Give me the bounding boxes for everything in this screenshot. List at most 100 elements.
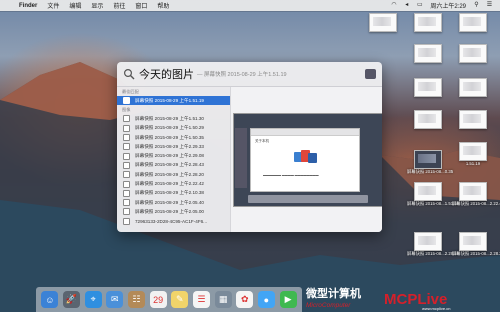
menu-file[interactable]: 文件 [42,1,64,10]
result-label: 屏幕快照 2015-08-29 上午1.50.29 [135,125,204,131]
section-header-top-hit: 最佳匹配 [122,89,139,94]
menu-bar: Finder 文件 编辑 显示 前往 窗口 帮助 ◠ ◂ ▭ 周六上午2:29 … [0,0,500,11]
image-file-icon [123,180,130,188]
result-label: 屏幕快照 2015-08-29 上午2.29.08 [135,153,204,159]
messages-icon[interactable]: ● [257,291,275,308]
search-icon [123,68,135,80]
battery-icon[interactable]: ▭ [415,2,424,9]
launchpad-icon[interactable]: 🚀 [62,291,80,308]
preview-sidebar [235,128,247,188]
top-hit-row[interactable]: 屏幕快照 2015-08-29 上午1.51.19 [117,96,230,106]
image-result-row[interactable]: 屏幕快照 2015-08-29 上午2.10.38 [117,189,230,198]
watermark-url: www.mcplive.cn [422,306,450,311]
screenshot-thumbnail [459,110,487,129]
menu-clock[interactable]: 周六上午2:29 [426,1,470,10]
image-file-icon [123,199,130,207]
desktop-file[interactable]: 屏幕快照 2015-08...0.35 [407,150,454,174]
menu-go[interactable]: 前往 [108,1,130,10]
spotlight-completion-hint: — 屏幕快照 2015-08-29 上午1.51.19 [197,72,287,78]
desktop-file[interactable] [452,110,494,129]
desktop-file[interactable]: 屏幕快照 2015-08...2.28.20 [407,232,459,256]
screenshot-thumbnail [414,13,442,32]
image-file-icon [123,217,130,225]
image-result-row[interactable]: 屏幕快照 2015-08-29 上午2.22.42 [117,179,230,188]
image-result-row[interactable]: 屏幕快照 2015-08-29 上午1.50.29 [117,124,230,133]
reminders-icon[interactable]: ☰ [192,291,210,308]
safari-icon[interactable]: ⌖ [84,291,102,308]
preview-window-title: 关于本机 [255,139,269,143]
image-file-icon [123,124,130,132]
screenshot-thumbnail [459,182,487,201]
desktop-file-label: 1.51.19 [465,161,481,166]
spotlight-menu-icon[interactable]: ⚲ [472,2,481,9]
photos-viewer-icon[interactable]: ▦ [214,291,232,308]
desktop-file[interactable] [407,78,449,97]
desktop-file[interactable] [407,13,449,32]
image-result-row[interactable]: 屏幕快照 2015-08-29 上午1.51.30 [117,114,230,123]
spotlight-search-input[interactable]: 今天的图片 [139,66,194,82]
desktop-file-label: 屏幕快照 2015-08...2.28.23 [452,251,500,256]
result-label: 屏幕快照 2015-08-29 上午2.22.42 [135,181,204,187]
desktop-file[interactable]: 屏幕快照 2015-08...2.22.42 [452,182,500,206]
result-label: 屏幕快照 2015-08-29 上午1.51.19 [135,97,204,103]
desktop-file[interactable]: 屏幕快照 2015-08...2.28.23 [452,232,500,256]
photos-icon[interactable]: ✿ [236,291,254,308]
image-result-row[interactable]: 屏幕快照 2015-08-29 上午1.50.35 [117,133,230,142]
mail-icon[interactable]: ✉ [106,291,124,308]
menu-edit[interactable]: 编辑 [64,1,86,10]
image-file-icon [123,189,130,197]
dock: ☺ 🚀 ⌖ ✉ ☷ 29 ✎ ☰ ▦ ✿ ● ▶ [36,287,302,312]
result-label: 屏幕快照 2015-08-29 上午2.10.38 [135,190,204,196]
image-result-row[interactable]: 屏幕快照 2015-08-29 上午2.29.08 [117,151,230,160]
wifi-icon[interactable]: ◠ [389,2,398,9]
result-label: 屏幕快照 2015-08-29 上午1.51.30 [135,115,204,121]
image-file-icon [123,97,130,105]
desktop-file[interactable]: 1.51.19 [452,142,494,166]
image-result-row[interactable]: 屏幕快照 2015-08-29 上午2.29.33 [117,142,230,151]
desktop-file[interactable] [407,44,449,63]
image-result-row[interactable]: 屏幕快照 2015-08-29 上午2.05.40 [117,198,230,207]
volume-icon[interactable]: ◂ [402,2,411,9]
result-label: 屏幕快照 2015-08-29 上午2.28.20 [135,171,204,177]
screenshot-thumbnail [369,13,397,32]
image-result-row[interactable]: 屏幕快照 2015-08-29 上午2.28.43 [117,161,230,170]
contacts-icon[interactable]: ☷ [127,291,145,308]
image-result-row[interactable]: 屏幕快照 2015-08-29 上午2.28.20 [117,170,230,179]
desktop-file[interactable] [452,78,494,97]
desktop-file[interactable] [452,13,494,32]
desktop-file[interactable] [452,44,494,63]
facetime-icon[interactable]: ▶ [279,291,297,308]
notes-icon[interactable]: ✎ [171,291,189,308]
screenshot-thumbnail [459,78,487,97]
preview-screenshot-image: 关于本机 ▬▬▬▬▬▬ ▬▬▬▬ ▬▬▬▬▬▬▬▬ [233,113,382,207]
result-label: 屏幕快照 2015-08-29 上午2.05.40 [135,199,204,205]
image-result-row[interactable]: 屏幕快照 2015-08-29 上午2.05.00 [117,207,230,216]
section-header-images: 图像 [122,107,131,113]
result-label: 屏幕快照 2015-08-29 上午2.29.33 [135,143,204,149]
spotlight-search-bar[interactable]: 今天的图片 — 屏幕快照 2015-08-29 上午1.51.19 [117,62,382,87]
preview-about-window: 关于本机 ▬▬▬▬▬▬ ▬▬▬▬ ▬▬▬▬▬▬▬▬ [250,128,360,192]
screenshot-thumbnail [414,110,442,129]
finder-icon[interactable]: ☺ [41,291,59,308]
menu-window[interactable]: 窗口 [130,1,152,10]
screenshot-thumbnail [459,13,487,32]
image-file-icon [123,161,130,169]
menu-help[interactable]: 帮助 [152,1,174,10]
preview-logo-graphic [294,150,317,163]
notification-center-icon[interactable]: ☰ [485,2,494,9]
calendar-icon[interactable]: 29 [149,291,167,308]
screenshot-thumbnail [414,232,442,251]
spotlight-results-list: 最佳匹配 屏幕快照 2015-08-29 上午1.51.19 图像 屏幕快照 2… [117,87,230,232]
desktop-file-label: 屏幕快照 2015-08...0.35 [407,169,454,174]
screenshot-thumbnail [414,150,442,169]
menu-view[interactable]: 显示 [86,1,108,10]
desktop-file[interactable] [407,110,449,129]
desktop-file[interactable]: 屏幕快照 2015-08...1.51.30 [407,182,460,206]
menu-finder[interactable]: Finder [14,3,42,9]
desktop-file-label: 屏幕快照 2015-08...2.22.42 [452,201,500,206]
desktop-file-label: 屏幕快照 2015-08...1.51.30 [407,201,460,206]
image-result-row[interactable]: 72963133-2D28-4C95-AC1F-4F6... [117,217,230,226]
image-file-icon [123,115,130,123]
desktop-file[interactable] [362,13,404,32]
image-file-icon [123,152,130,160]
